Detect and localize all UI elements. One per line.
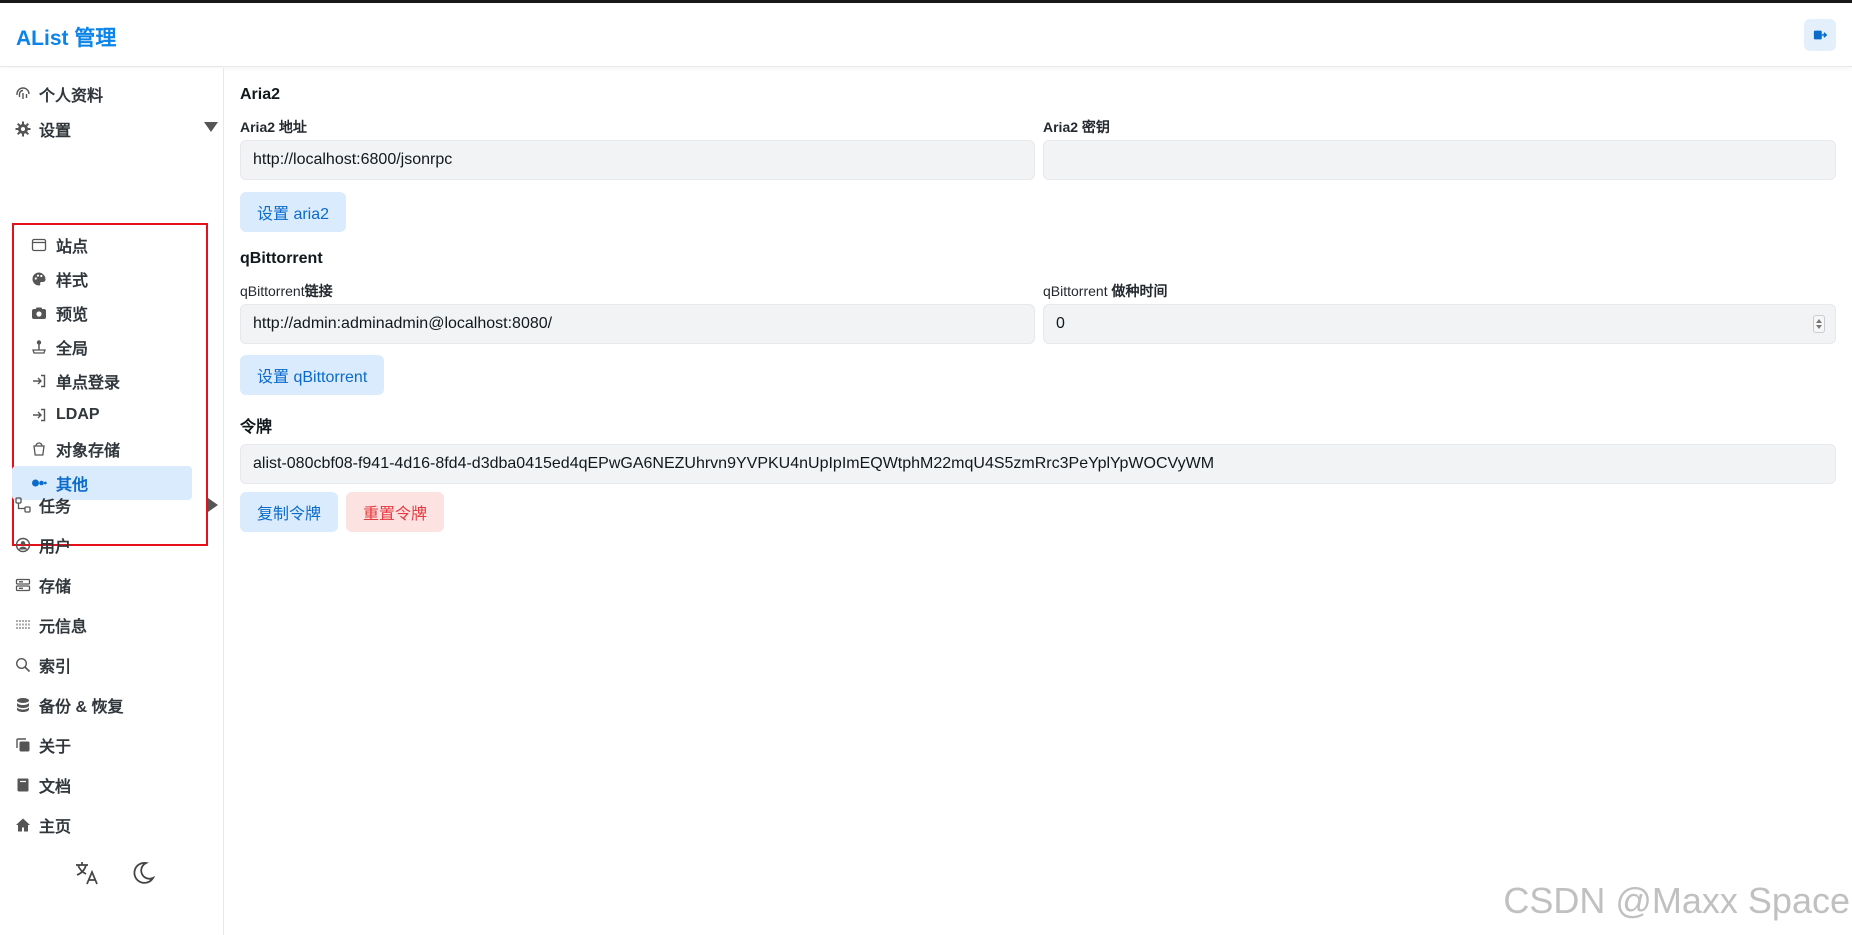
sidebar-subitem-label: 全局 xyxy=(56,341,89,358)
chevron-down-icon xyxy=(204,122,218,132)
sidebar-subitem-label: 样式 xyxy=(56,273,89,290)
bucket-icon xyxy=(30,440,48,458)
qbit-seed-label: qBittorrent 做种时间 xyxy=(1043,281,1167,301)
set-aria2-button[interactable]: 设置 aria2 xyxy=(240,192,347,232)
set-qbittorrent-button[interactable]: 设置 qBittorrent xyxy=(240,355,385,395)
sidebar-item-label: 任务 xyxy=(39,499,72,516)
qbit-seed-time-value: 0 xyxy=(1056,315,1065,332)
qbit-url-input[interactable]: http://admin:adminadmin@localhost:8080/ xyxy=(240,304,1035,344)
watermark: CSDN @Maxx Space xyxy=(1503,880,1850,921)
app-title: AList 管理 xyxy=(16,27,117,50)
token-section-title: 令牌 xyxy=(240,419,273,436)
sidebar-subitem-label: 对象存储 xyxy=(56,443,121,460)
sidebar-item-label: 存储 xyxy=(39,579,72,596)
sidebar-subitem-site[interactable]: 站点 xyxy=(12,228,192,262)
joystick-icon xyxy=(30,338,48,356)
aria2-section-title: Aria2 xyxy=(240,86,281,103)
sidebar-item-label: 个人资料 xyxy=(39,88,104,105)
sidebar-item-backup[interactable]: 备份 & 恢复 xyxy=(14,689,123,721)
book-icon xyxy=(14,776,32,794)
sidebar-subitem-sso[interactable]: 单点登录 xyxy=(12,364,192,398)
sidebar-footer xyxy=(72,858,158,888)
qbit-url-label-prefix: qBittorrent xyxy=(240,283,305,299)
sidebar-item-index[interactable]: 索引 xyxy=(14,649,71,681)
number-stepper-icon[interactable] xyxy=(1813,315,1825,333)
qbit-section-title: qBittorrent xyxy=(240,250,323,267)
window-icon xyxy=(30,236,48,254)
sidebar-subitem-label: 单点登录 xyxy=(56,375,121,392)
qbit-seed-label-prefix: qBittorrent xyxy=(1043,283,1112,299)
qbit-url-label-suffix: 链接 xyxy=(304,283,333,299)
sidebar-item-users[interactable]: 用户 xyxy=(14,529,71,561)
copy-token-button[interactable]: 复制令牌 xyxy=(240,492,339,532)
sidebar-item-storage[interactable]: 存储 xyxy=(14,569,71,601)
metadata-icon xyxy=(14,616,32,634)
translate-icon[interactable] xyxy=(72,858,102,888)
sidebar-item-label: 关于 xyxy=(39,739,72,756)
login-icon xyxy=(30,372,48,390)
top-header: AList 管理 xyxy=(0,3,1852,67)
aria2-secret-label: Aria2 密钥 xyxy=(1043,119,1110,135)
sidebar-item-tasks[interactable]: 任务 xyxy=(14,489,218,521)
sidebar-item-docs[interactable]: 文档 xyxy=(14,769,71,801)
qbit-url-label: qBittorrent链接 xyxy=(240,281,333,301)
reset-token-button[interactable]: 重置令牌 xyxy=(346,492,445,532)
storage-icon xyxy=(14,576,32,594)
login-icon xyxy=(30,406,48,424)
sidebar-item-settings[interactable]: 设置 xyxy=(14,113,218,145)
copy-icon xyxy=(14,736,32,754)
qbit-seed-label-suffix: 做种时间 xyxy=(1111,283,1168,299)
sidebar-subitem-label: LDAP xyxy=(56,406,100,423)
database-icon xyxy=(14,696,32,714)
sidebar-item-profile[interactable]: 个人资料 xyxy=(14,78,103,110)
moon-icon[interactable] xyxy=(128,858,158,888)
chevron-right-icon xyxy=(208,498,218,512)
sidebar-item-label: 文档 xyxy=(39,779,72,796)
token-input[interactable]: alist-080cbf08-f941-4d16-8fd4-d3dba0415e… xyxy=(240,444,1836,484)
palette-icon xyxy=(30,270,48,288)
sidebar-subitem-style[interactable]: 样式 xyxy=(12,262,192,296)
camera-icon xyxy=(30,304,48,322)
fingerprint-icon xyxy=(14,85,32,103)
search-icon xyxy=(14,656,32,674)
sidebar-subitem-label: 预览 xyxy=(56,307,89,324)
sidebar: 个人资料 设置 站点 样式 预览 全局 单点登录 LDAP 对象存储 其他 任务… xyxy=(0,68,224,935)
sidebar-item-label: 备份 & 恢复 xyxy=(39,699,124,716)
sidebar-item-label: 用户 xyxy=(39,539,72,556)
sidebar-subitem-label: 站点 xyxy=(56,239,89,256)
logout-icon xyxy=(1813,30,1827,40)
sidebar-item-metadata[interactable]: 元信息 xyxy=(14,609,87,641)
sidebar-subitem-object-storage[interactable]: 对象存储 xyxy=(12,432,192,466)
sidebar-item-label: 索引 xyxy=(39,659,72,676)
logout-button[interactable] xyxy=(1804,19,1836,51)
sidebar-subitem-ldap[interactable]: LDAP xyxy=(12,398,192,432)
qbit-seed-time-input[interactable]: 0 xyxy=(1043,304,1836,344)
sidebar-subitem-global[interactable]: 全局 xyxy=(12,330,192,364)
aria2-url-input[interactable]: http://localhost:6800/jsonrpc xyxy=(240,140,1035,180)
sidebar-item-label: 设置 xyxy=(39,123,72,140)
sidebar-item-label: 元信息 xyxy=(39,619,88,636)
gear-icon xyxy=(14,120,32,138)
aria2-secret-input[interactable] xyxy=(1043,140,1836,180)
sidebar-item-home[interactable]: 主页 xyxy=(14,809,71,841)
aria2-url-label: Aria2 地址 xyxy=(240,119,307,135)
sidebar-item-about[interactable]: 关于 xyxy=(14,729,71,761)
flow-icon xyxy=(14,496,32,514)
sidebar-item-label: 主页 xyxy=(39,819,72,836)
sidebar-subitem-preview[interactable]: 预览 xyxy=(12,296,192,330)
user-circle-icon xyxy=(14,536,32,554)
home-icon xyxy=(14,816,32,834)
